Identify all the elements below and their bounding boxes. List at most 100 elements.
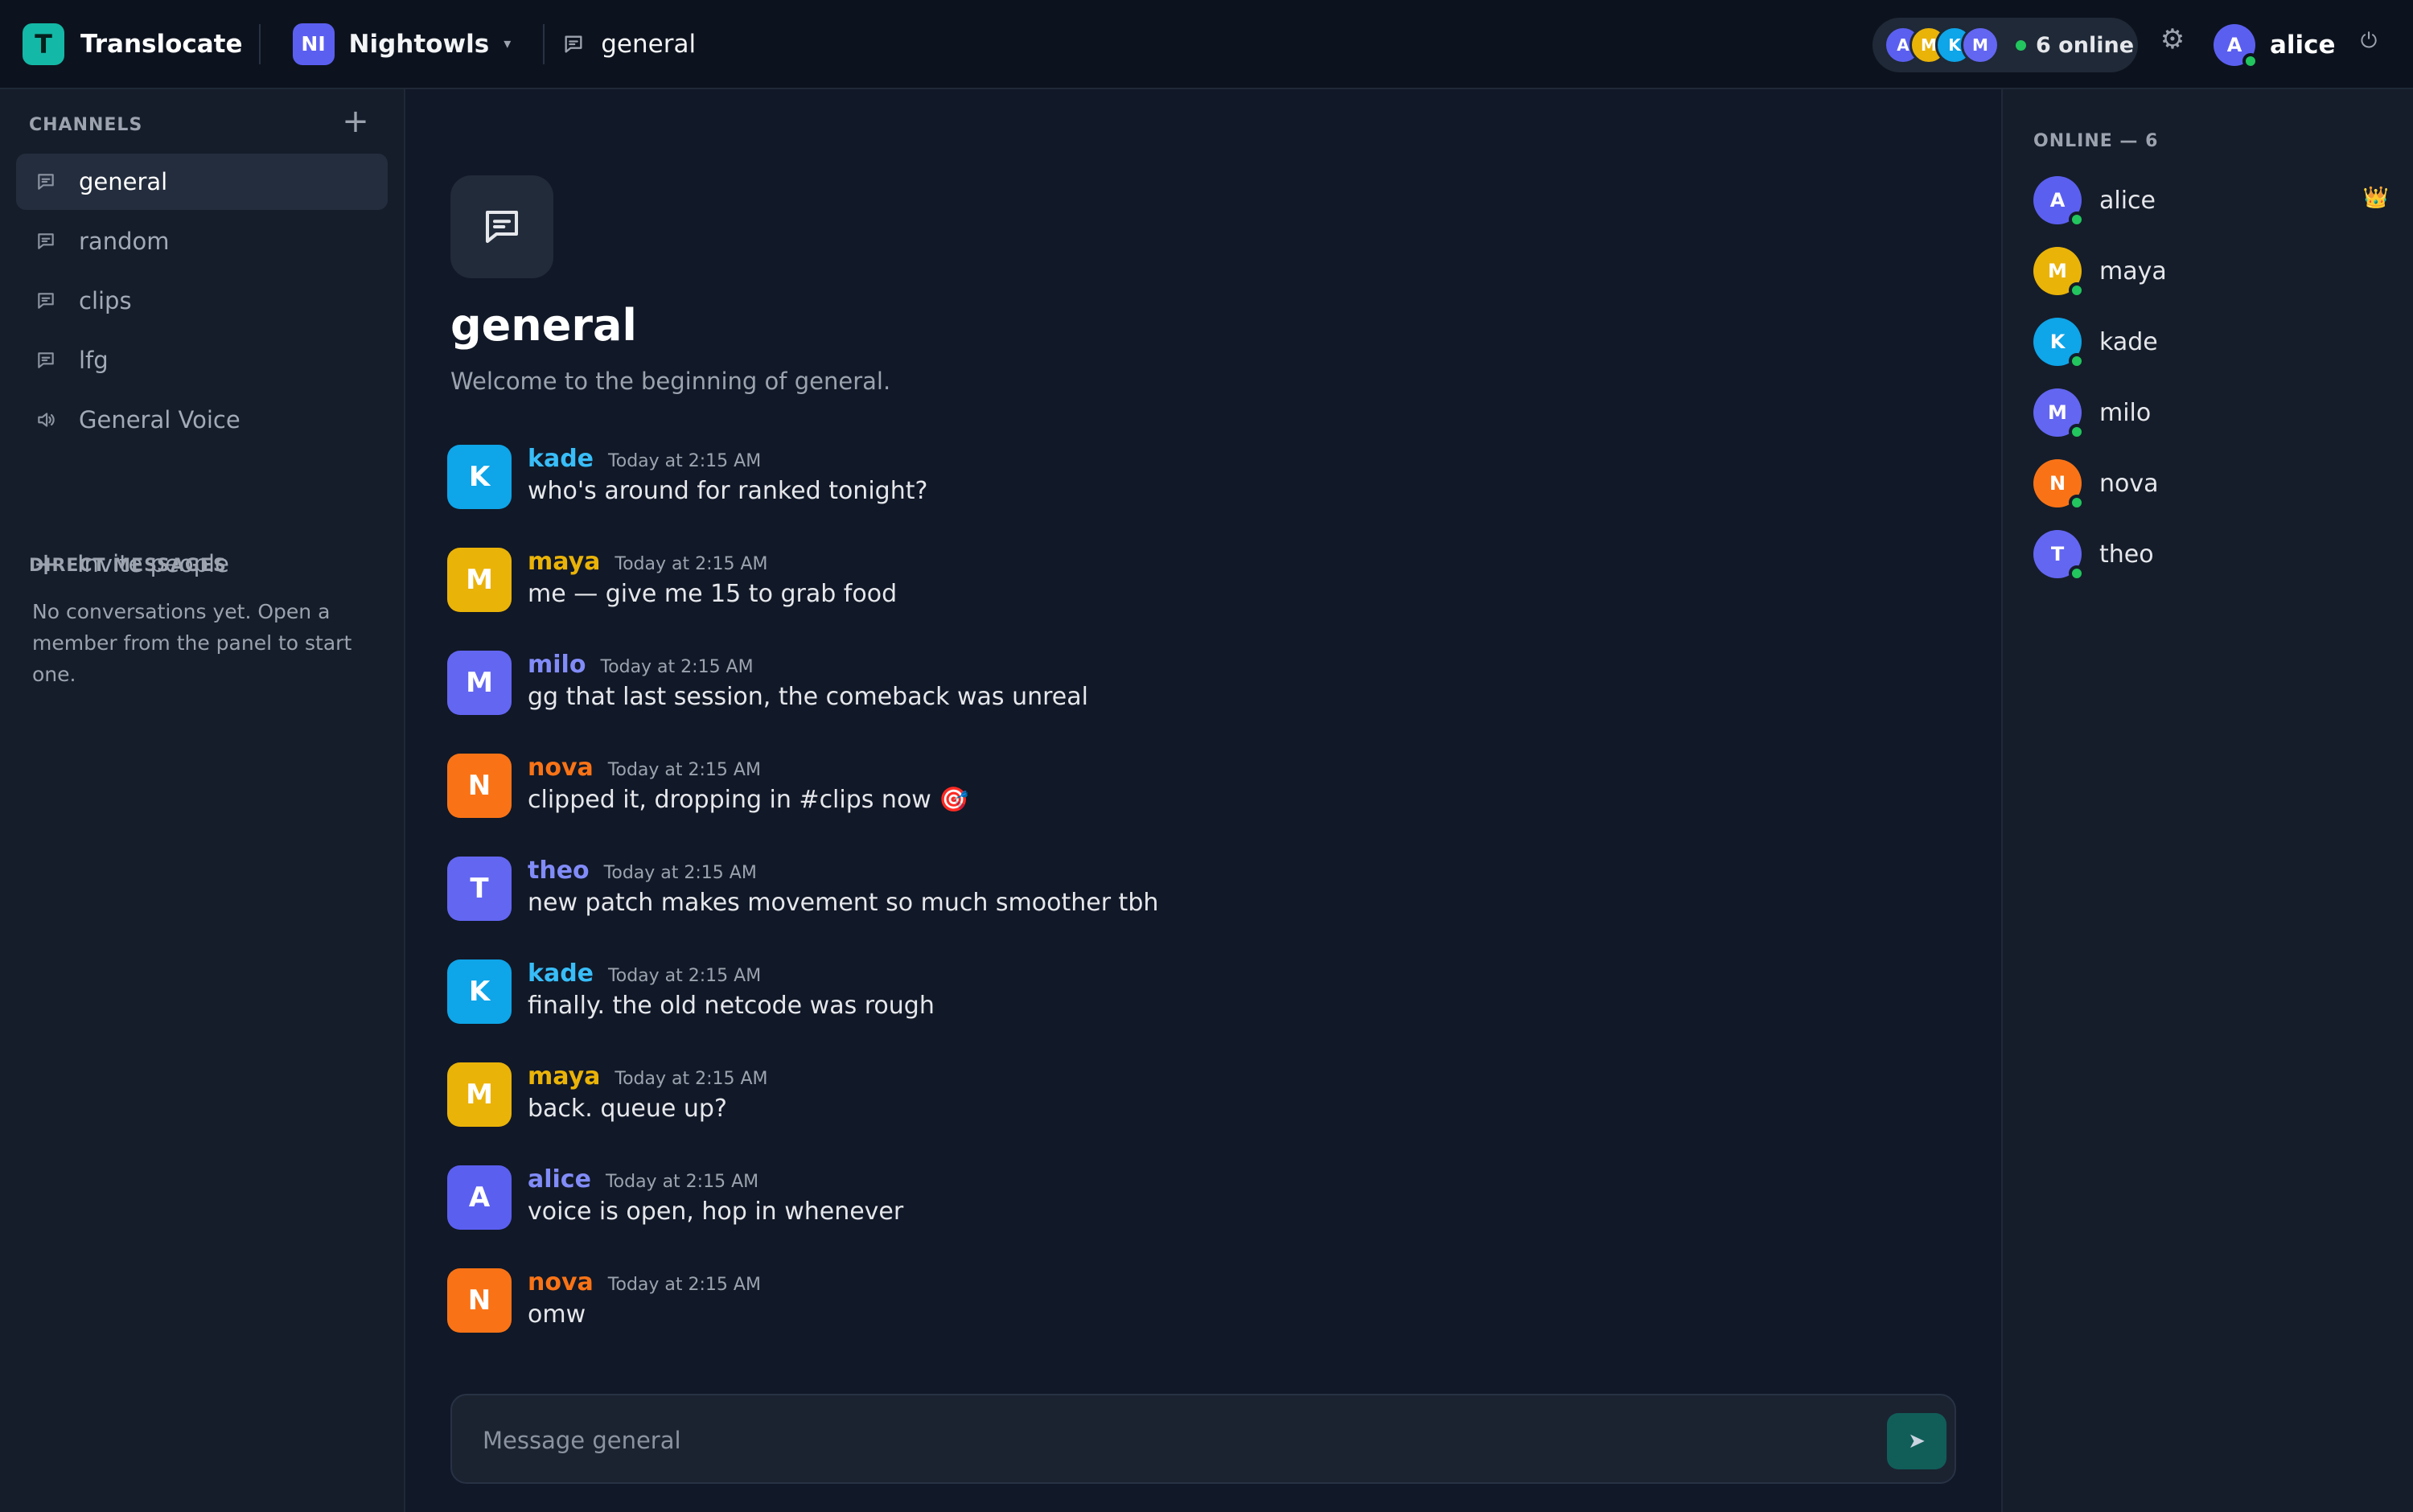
message-item: Mmaya Today at 2:15 AM me — give me 15 to … [447, 548, 897, 612]
avatar-letter: A [2226, 34, 2242, 56]
chat-bubble-icon [38, 174, 54, 190]
avatar[interactable]: T [447, 857, 512, 921]
message-input[interactable] [483, 1418, 1850, 1463]
message-author[interactable]: alice [528, 1165, 591, 1194]
message-author[interactable]: maya [528, 1062, 600, 1091]
message-header: nova Today at 2:15 AM [528, 754, 969, 783]
online-members-heading: ONLINE — 6 [2033, 131, 2159, 151]
message-timestamp: Today at 2:15 AM [615, 1069, 768, 1089]
app-name: Translocate [80, 29, 243, 59]
message-body: maya Today at 2:15 AM me — give me 15 to g… [528, 548, 897, 612]
current-channel-name: general [601, 29, 697, 59]
online-status-dot [2069, 495, 2085, 511]
sidebar-channel-random[interactable]: random [16, 213, 388, 269]
chat-main: general Welcome to the beginning of gene… [405, 89, 2001, 1512]
online-status-dot [2069, 565, 2085, 581]
avatar: M [2033, 247, 2085, 298]
avatar-letter: K [2049, 331, 2066, 353]
channel-label: clips [79, 287, 132, 314]
message-body: milo Today at 2:15 AM gg that last session… [528, 651, 1088, 715]
user-menu[interactable]: A alice [2214, 24, 2336, 69]
server-badge: NI [292, 23, 335, 65]
channel-label: General Voice [79, 406, 240, 433]
message-body: kade Today at 2:15 AM who's around for ran… [528, 445, 927, 509]
message-item: Ttheo Today at 2:15 AM new patch makes mov… [447, 857, 1158, 921]
chat-bubble-icon [38, 233, 54, 249]
sidebar-channel-lfg[interactable]: lfg [16, 332, 388, 388]
message-item: Mmaya Today at 2:15 AM back. queue up? [447, 1062, 768, 1127]
avatar[interactable]: N [447, 1268, 512, 1333]
crown-icon: 👑 [2362, 186, 2389, 210]
avatar[interactable]: K [447, 959, 512, 1024]
avatar[interactable]: M [447, 1062, 512, 1127]
member-item-nova[interactable]: Nnova [2033, 458, 2387, 511]
message-item: Kkade Today at 2:15 AM who's around for ra… [447, 445, 927, 509]
message-author[interactable]: maya [528, 548, 600, 576]
sidebar-channel-clips[interactable]: clips [16, 273, 388, 329]
divider [258, 23, 261, 64]
message-author[interactable]: nova [528, 1268, 594, 1296]
online-count: 6 online [2036, 32, 2135, 58]
server-switcher[interactable]: NI Nightowls ▾ [292, 23, 512, 65]
member-name: maya [2099, 257, 2167, 286]
channels-heading: CHANNELS [29, 115, 143, 135]
chat-bubble-icon [38, 352, 54, 368]
message-body: alice Today at 2:15 AM voice is open, hop … [528, 1165, 903, 1230]
member-panel: ONLINE — 6 Aalice 👑 Mmaya Kkade Mmilo Nnova Tt… [2001, 89, 2413, 1512]
send-button[interactable]: ➤ [1887, 1413, 1946, 1469]
message-text: me — give me 15 to grab food [528, 580, 898, 608]
power-icon[interactable]: ⏻ [2357, 29, 2381, 53]
message-author[interactable]: milo [528, 651, 586, 679]
message-text: voice is open, hop in whenever [528, 1198, 904, 1226]
online-status-dot [2242, 53, 2259, 69]
dm-empty-state: No conversations yet. Open a member from… [32, 600, 352, 686]
message-timestamp: Today at 2:15 AM [607, 760, 761, 780]
message-header: kade Today at 2:15 AM [528, 445, 927, 474]
member-item-alice[interactable]: Aalice 👑 [2033, 175, 2389, 228]
message-header: theo Today at 2:15 AM [528, 857, 1158, 885]
sidebar-channel-general[interactable]: general [16, 154, 388, 210]
message-item: Kkade Today at 2:15 AM finally. the old ne… [447, 959, 935, 1024]
member-item-maya[interactable]: Mmaya [2033, 245, 2387, 298]
message-item: Nnova Today at 2:15 AM omw [447, 1268, 761, 1333]
message-timestamp: Today at 2:15 AM [605, 1172, 759, 1192]
direct-messages-heading: DIRECT MESSAGES [29, 556, 227, 576]
user-name: alice [2270, 31, 2336, 60]
speaker-icon [38, 413, 55, 427]
message-author[interactable]: theo [528, 857, 590, 885]
online-status-dot [2069, 212, 2085, 228]
message-item: Mmilo Today at 2:15 AM gg that last sessio… [447, 651, 1088, 715]
avatar[interactable]: K [447, 445, 512, 509]
message-timestamp: Today at 2:15 AM [607, 1275, 761, 1295]
channel-label: general [79, 168, 168, 195]
message-author[interactable]: nova [528, 754, 594, 782]
top-bar: T Translocate NI Nightowls ▾ general AMK… [0, 0, 2413, 89]
member-item-kade[interactable]: Kkade [2033, 316, 2387, 369]
avatar[interactable]: A [447, 1165, 512, 1230]
message-timestamp: Today at 2:15 AM [608, 451, 762, 471]
message-header: nova Today at 2:15 AM [528, 1268, 761, 1297]
gear-icon[interactable]: ⚙ [2159, 26, 2186, 53]
message-author[interactable]: kade [528, 445, 594, 473]
chevron-down-icon: ▾ [504, 35, 512, 52]
online-status-dot [2069, 282, 2085, 298]
channel-label: random [79, 228, 170, 255]
message-header: kade Today at 2:15 AM [528, 959, 935, 988]
online-status-dot [2069, 353, 2085, 369]
channel-label: lfg [79, 347, 109, 374]
avatar-letter: M [2048, 401, 2067, 424]
avatar[interactable]: M [447, 548, 512, 612]
sidebar-channel-general-voice[interactable]: General Voice [16, 392, 388, 448]
message-timestamp: Today at 2:15 AM [608, 966, 762, 986]
divider [543, 23, 545, 64]
avatar[interactable]: M [447, 651, 512, 715]
message-author[interactable]: kade [528, 959, 594, 988]
online-presence-pill[interactable]: AMKM 6 online [1872, 18, 2138, 72]
brand[interactable]: T Translocate [23, 23, 243, 65]
add-channel-icon[interactable]: + [341, 105, 370, 138]
avatar[interactable]: N [447, 754, 512, 818]
avatar-letter: N [2049, 472, 2066, 495]
member-item-milo[interactable]: Mmilo [2033, 387, 2387, 440]
message-item: Aalice Today at 2:15 AM voice is open, hop… [447, 1165, 903, 1230]
member-item-theo[interactable]: Ttheo [2033, 528, 2387, 581]
